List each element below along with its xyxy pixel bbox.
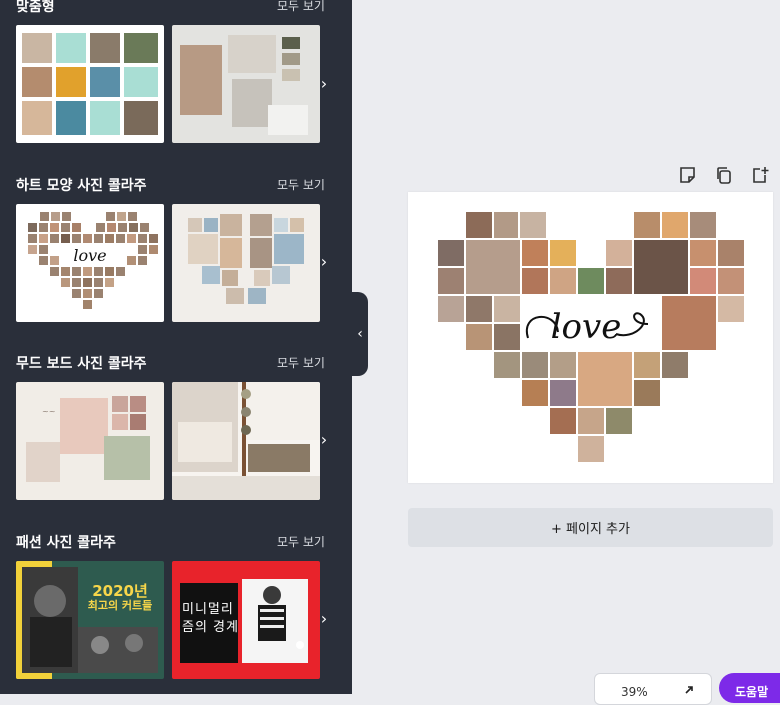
add-page-button[interactable]: + 페이지 추가 bbox=[408, 508, 773, 547]
see-all-heart-link[interactable]: 모두 보기 bbox=[277, 176, 325, 193]
see-all-moodboard-link[interactable]: 모두 보기 bbox=[277, 354, 325, 371]
section-title-heart: 하트 모양 사진 콜라주 bbox=[16, 178, 147, 194]
scroll-right-arrow-icon[interactable]: › bbox=[316, 74, 332, 93]
svg-text:love: love bbox=[73, 246, 106, 265]
design-canvas-page[interactable]: love bbox=[408, 192, 773, 483]
love-script-text: love bbox=[551, 307, 622, 347]
svg-text:~~: ~~ bbox=[42, 407, 55, 416]
help-label: 도움말 bbox=[735, 685, 769, 699]
photo-grid-collage-image bbox=[22, 33, 158, 135]
moodboard-collage-image: ~~ bbox=[26, 396, 150, 482]
template-thumbnail[interactable]: ~~ bbox=[16, 382, 164, 500]
see-all-custom-link[interactable]: 모두 보기 bbox=[277, 0, 325, 14]
template-thumbnail[interactable]: 2020년 최고의 커트들 bbox=[16, 561, 164, 679]
section-title-fashion: 패션 사진 콜라주 bbox=[16, 535, 116, 551]
help-button[interactable]: 도움말 bbox=[719, 673, 780, 703]
collapse-panel-chevron-icon[interactable]: ‹ bbox=[352, 292, 368, 376]
section-title-custom: 맞춤형 bbox=[16, 0, 55, 15]
template-thumbnail[interactable] bbox=[172, 204, 320, 322]
template-thumbnail[interactable] bbox=[172, 382, 320, 500]
add-page-icon[interactable] bbox=[750, 166, 770, 184]
template-thumbnail[interactable] bbox=[16, 25, 164, 143]
scroll-right-arrow-icon[interactable]: › bbox=[316, 609, 332, 628]
template-sidebar: 맞춤형 모두 보기 › 하트 모양 사진 콜라주 모두 보기 love › 무드… bbox=[0, 0, 352, 694]
zoom-level-text: 39% bbox=[621, 685, 648, 699]
fashion-title-subtitle: 최고의 커트들 bbox=[87, 599, 153, 612]
template-thumbnail[interactable]: 미니멀리 즘의 경계 bbox=[172, 561, 320, 679]
duplicate-page-icon[interactable] bbox=[714, 166, 734, 184]
heart-collage-image bbox=[188, 214, 304, 304]
moodboard-collage-image bbox=[180, 35, 308, 135]
fashion-title-year: 2020년 bbox=[92, 582, 148, 600]
fashion-title-line1: 미니멀리 bbox=[182, 602, 234, 617]
section-title-moodboard: 무드 보드 사진 콜라주 bbox=[16, 356, 147, 372]
fashion-collage-image bbox=[16, 561, 158, 679]
template-thumbnail[interactable]: love bbox=[16, 204, 164, 322]
moodboard-collage-image bbox=[172, 382, 320, 500]
zoom-control[interactable]: 39% bbox=[594, 673, 712, 705]
page-toolbar bbox=[678, 166, 770, 184]
see-all-fashion-link[interactable]: 모두 보기 bbox=[277, 533, 325, 550]
note-icon[interactable] bbox=[678, 166, 698, 184]
expand-arrow-icon[interactable] bbox=[683, 684, 695, 696]
scroll-right-arrow-icon[interactable]: › bbox=[316, 252, 332, 271]
template-thumbnail[interactable] bbox=[172, 25, 320, 143]
scroll-right-arrow-icon[interactable]: › bbox=[316, 430, 332, 449]
heart-photo-collage: love bbox=[438, 212, 744, 462]
fashion-title-line2: 즘의 경계 bbox=[182, 620, 239, 635]
heart-collage-image: love bbox=[28, 212, 158, 309]
